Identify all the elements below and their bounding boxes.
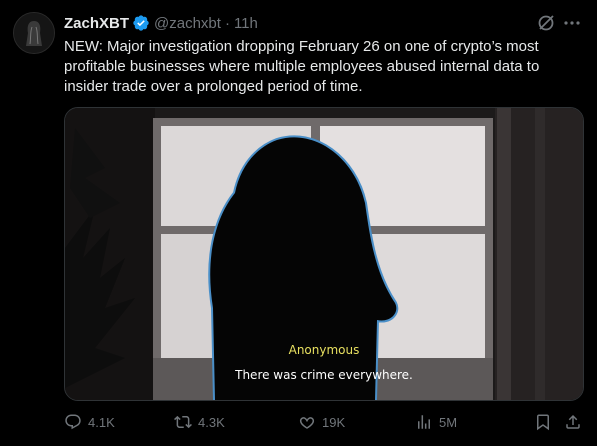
tweet[interactable]: ZachXBT @zachxbt · 11h NEW: Major invest… — [0, 0, 597, 446]
repost-count: 4.3K — [198, 414, 225, 430]
views-button[interactable]: 5M — [415, 412, 457, 432]
author-name[interactable]: ZachXBT — [64, 15, 129, 32]
tweet-text: NEW: Major investigation dropping Februa… — [64, 38, 540, 95]
reply-count: 4.1K — [88, 414, 115, 430]
tweet-header: ZachXBT @zachxbt · 11h — [64, 13, 258, 33]
views-count: 5M — [439, 414, 458, 430]
share-icon — [566, 414, 580, 429]
caption-line: There was crime everywhere. — [235, 368, 413, 382]
verified-badge-icon[interactable] — [132, 14, 150, 32]
grok-icon[interactable] — [536, 13, 556, 33]
repost-button[interactable]: 4.3K — [174, 412, 225, 432]
action-bar: 4.1K 4.3K 19K 5M — [64, 412, 584, 432]
avatar-image — [14, 13, 54, 53]
tweet-video[interactable]: Anonymous There was crime everywhere. — [64, 107, 584, 401]
bookmark-icon — [537, 414, 549, 431]
like-button[interactable]: 19K — [298, 412, 345, 432]
caption-speaker: Anonymous — [288, 343, 360, 357]
like-icon — [299, 417, 315, 429]
like-count: 19K — [322, 414, 346, 430]
author-handle[interactable]: @zachxbt — [154, 15, 221, 32]
reply-button[interactable]: 4.1K — [64, 412, 115, 432]
more-icon[interactable] — [562, 13, 582, 33]
views-icon — [418, 415, 430, 429]
share-button[interactable] — [564, 412, 588, 432]
avatar[interactable] — [13, 12, 55, 54]
repost-icon — [174, 415, 192, 429]
separator-dot: · — [224, 14, 230, 32]
bookmark-button[interactable] — [534, 412, 558, 432]
reply-icon — [65, 414, 81, 430]
timestamp[interactable]: 11h — [234, 15, 258, 32]
